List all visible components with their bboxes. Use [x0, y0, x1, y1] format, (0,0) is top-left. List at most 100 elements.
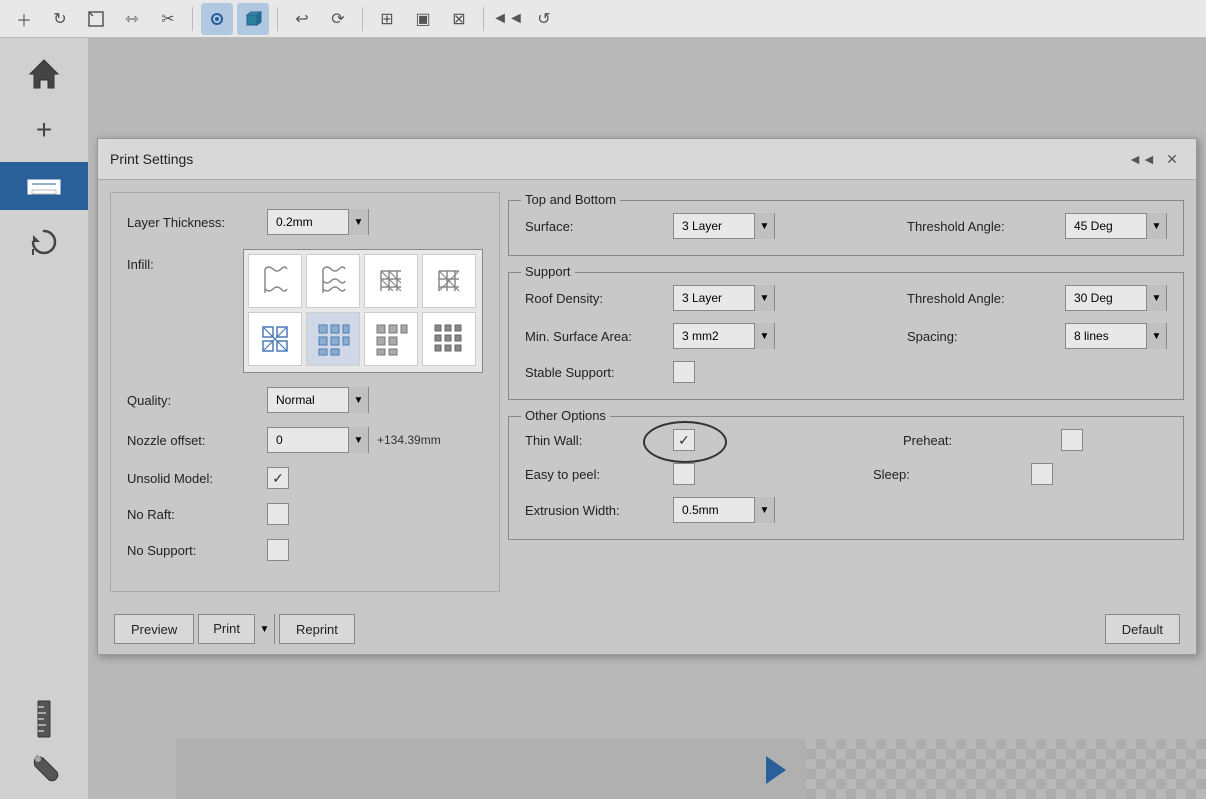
extrusion-width-arrow[interactable]: ▼: [754, 497, 774, 523]
reload-button[interactable]: [16, 218, 72, 266]
scale-icon[interactable]: [80, 3, 112, 35]
no-support-checkbox[interactable]: [267, 539, 289, 561]
print-button[interactable]: [0, 162, 88, 210]
home-button[interactable]: [16, 50, 72, 98]
cut-icon[interactable]: ✂: [152, 3, 184, 35]
infill-cell-3[interactable]: [422, 254, 476, 308]
roof-density-value: 3 Layer: [674, 285, 754, 311]
quality-value: Normal: [268, 387, 348, 413]
infill-row: Infill:: [127, 249, 483, 373]
print-dropdown-arrow[interactable]: ▼: [254, 614, 274, 644]
dialog-title-buttons: ◄◄ ✕: [1130, 147, 1184, 171]
top-threshold-label: Threshold Angle:: [907, 219, 1057, 234]
grid-icon[interactable]: ⊞: [371, 3, 403, 35]
roof-density-arrow[interactable]: ▼: [754, 285, 774, 311]
redo-icon[interactable]: ⟳: [322, 3, 354, 35]
layer-thickness-arrow[interactable]: ▼: [348, 209, 368, 235]
left-panel: Layer Thickness: 0.2mm ▼ Infill:: [110, 192, 500, 592]
left-sidebar: +: [0, 38, 88, 799]
infill-cell-1[interactable]: [306, 254, 360, 308]
nozzle-offset-label: Nozzle offset:: [127, 433, 267, 448]
extrusion-width-row: Extrusion Width: 0.5mm ▼: [525, 497, 1167, 523]
dialog-title-bar: Print Settings ◄◄ ✕: [98, 139, 1196, 180]
ruler-button[interactable]: [16, 695, 72, 743]
top-toolbar: ＋ ↻ ⇿ ✂ ↩ ⟳ ⊞ ▣ ⊠ ◄◄ ↺: [0, 0, 1206, 38]
infill-cell-7[interactable]: [422, 312, 476, 366]
support-threshold-select[interactable]: 30 Deg ▼: [1065, 285, 1167, 311]
surface-arrow[interactable]: ▼: [754, 213, 774, 239]
infill-cell-2[interactable]: [364, 254, 418, 308]
preview-button[interactable]: Preview: [114, 614, 194, 644]
wrench-button[interactable]: [16, 743, 72, 791]
no-raft-checkbox[interactable]: [267, 503, 289, 525]
spacing-right: Spacing: 8 lines ▼: [907, 323, 1167, 349]
chess-pattern: [806, 739, 1206, 799]
nozzle-offset-control: 0 ▼ +134.39mm: [267, 427, 441, 453]
dialog-footer: Preview Print ▼ Reprint Default: [98, 604, 1196, 654]
quality-row: Quality: Normal ▼: [127, 387, 483, 413]
infill-cell-6[interactable]: [364, 312, 418, 366]
top-threshold-arrow[interactable]: ▼: [1146, 213, 1166, 239]
no-support-row: No Support:: [127, 539, 483, 561]
add-icon[interactable]: ＋: [8, 3, 40, 35]
surface-select[interactable]: 3 Layer ▼: [673, 213, 775, 239]
cube-icon[interactable]: [237, 3, 269, 35]
spacing-arrow[interactable]: ▼: [1146, 323, 1166, 349]
support-group: Support Roof Density: 3 Layer ▼ Threshol…: [508, 272, 1184, 400]
sleep-right: Sleep:: [873, 463, 1053, 485]
roof-density-select[interactable]: 3 Layer ▼: [673, 285, 775, 311]
layer-thickness-select[interactable]: 0.2mm ▼: [267, 209, 369, 235]
view-icon[interactable]: [201, 3, 233, 35]
thin-wall-label: Thin Wall:: [525, 433, 665, 448]
refresh-icon[interactable]: ↺: [528, 3, 560, 35]
box-icon[interactable]: ⊠: [443, 3, 475, 35]
infill-cell-4[interactable]: [248, 312, 302, 366]
dialog-close-button[interactable]: ✕: [1160, 147, 1184, 171]
thin-wall-row: Thin Wall: Preheat:: [525, 429, 1167, 451]
stable-support-row: Stable Support:: [525, 361, 1167, 383]
unsolid-model-checkbox[interactable]: [267, 467, 289, 489]
rotate-icon[interactable]: ↻: [44, 3, 76, 35]
infill-cell-0[interactable]: [248, 254, 302, 308]
frame-icon[interactable]: ▣: [407, 3, 439, 35]
sleep-checkbox[interactable]: [1031, 463, 1053, 485]
layer-thickness-value: 0.2mm: [268, 209, 348, 235]
spacing-select[interactable]: 8 lines ▼: [1065, 323, 1167, 349]
add-button[interactable]: +: [16, 106, 72, 154]
min-surface-arrow[interactable]: ▼: [754, 323, 774, 349]
default-button[interactable]: Default: [1105, 614, 1180, 644]
dialog-title: Print Settings: [110, 151, 193, 167]
mirror-icon[interactable]: ⇿: [116, 3, 148, 35]
separator-3: [362, 7, 363, 31]
support-threshold-label: Threshold Angle:: [907, 291, 1057, 306]
print-button[interactable]: Print: [199, 614, 254, 644]
reprint-button[interactable]: Reprint: [279, 614, 355, 644]
nozzle-offset-arrow[interactable]: ▼: [348, 427, 368, 453]
easy-peel-checkbox[interactable]: [673, 463, 695, 485]
support-threshold-arrow[interactable]: ▼: [1146, 285, 1166, 311]
preheat-right: Preheat:: [903, 429, 1083, 451]
right-panel: Top and Bottom Surface: 3 Layer ▼ Thresh…: [508, 192, 1184, 592]
quality-select[interactable]: Normal ▼: [267, 387, 369, 413]
infill-label: Infill:: [127, 249, 243, 272]
thin-wall-checkbox[interactable]: [673, 429, 695, 451]
easy-peel-row: Easy to peel: Sleep:: [525, 463, 1167, 485]
extrusion-width-select[interactable]: 0.5mm ▼: [673, 497, 775, 523]
print-settings-dialog: Print Settings ◄◄ ✕ Layer Thickness: 0.2…: [97, 138, 1197, 655]
model-area: [176, 739, 1206, 799]
back-icon[interactable]: ◄◄: [492, 3, 524, 35]
top-threshold-select[interactable]: 45 Deg ▼: [1065, 213, 1167, 239]
quality-arrow[interactable]: ▼: [348, 387, 368, 413]
support-threshold-value: 30 Deg: [1066, 285, 1146, 311]
dialog-minimize-button[interactable]: ◄◄: [1130, 147, 1154, 171]
stable-support-checkbox[interactable]: [673, 361, 695, 383]
preheat-checkbox[interactable]: [1061, 429, 1083, 451]
no-raft-row: No Raft:: [127, 503, 483, 525]
undo-icon[interactable]: ↩: [286, 3, 318, 35]
min-surface-select[interactable]: 3 mm2 ▼: [673, 323, 775, 349]
nozzle-offset-select[interactable]: 0 ▼: [267, 427, 369, 453]
infill-cell-5[interactable]: [306, 312, 360, 366]
stable-support-label: Stable Support:: [525, 365, 665, 380]
quality-label: Quality:: [127, 393, 267, 408]
other-options-label: Other Options: [521, 408, 610, 423]
